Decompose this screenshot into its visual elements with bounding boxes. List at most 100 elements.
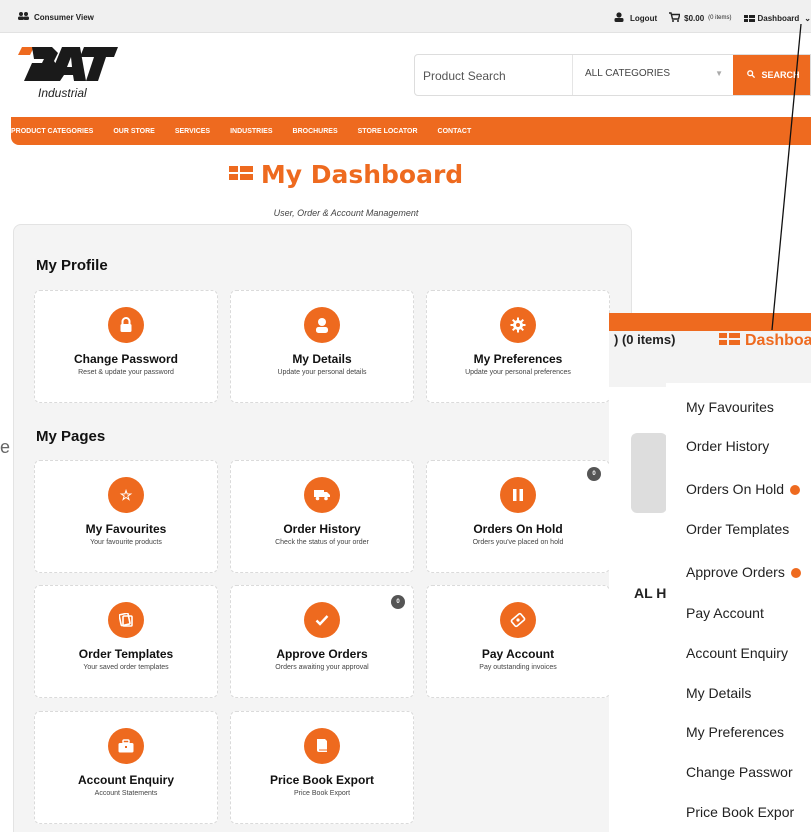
- nav-services[interactable]: SERVICES: [175, 128, 210, 135]
- card-desc: Price Book Export: [293, 790, 351, 797]
- gear-icon: [500, 307, 536, 343]
- change-password-card[interactable]: Change Password Reset & update your pass…: [34, 290, 218, 403]
- dashboard-icon: [228, 166, 253, 180]
- payment-icon: [500, 602, 536, 638]
- order-templates-card[interactable]: Order Templates Your saved order templat…: [34, 585, 218, 698]
- logo-wordmark: [18, 45, 118, 90]
- cart-items-count: (0 items): [708, 15, 732, 21]
- menu-item-price-book-export[interactable]: Price Book Expor: [686, 804, 794, 820]
- pause-icon: [500, 477, 536, 513]
- briefcase-icon: [108, 728, 144, 764]
- card-desc: Orders you've placed on hold: [472, 539, 564, 546]
- menu-item-orders-on-hold[interactable]: Orders On Hold: [686, 481, 801, 497]
- dashboard-icon: [719, 332, 740, 345]
- user-icon: [614, 12, 624, 24]
- dashboard-dropdown-menu: My Favourites Order History Orders On Ho…: [666, 383, 811, 832]
- card-desc: Account Statements: [94, 790, 158, 797]
- notification-dot: [790, 485, 801, 496]
- my-details-card[interactable]: My Details Update your personal details: [230, 290, 414, 403]
- my-preferences-card[interactable]: My Preferences Update your personal pref…: [426, 290, 610, 403]
- approve-orders-card[interactable]: Approve Orders Orders awaiting your appr…: [230, 585, 414, 698]
- on-hold-count-badge: 0: [587, 467, 601, 481]
- notification-dot: [790, 568, 801, 579]
- menu-item-approve-orders[interactable]: Approve Orders: [686, 564, 801, 580]
- search-button[interactable]: SEARCH: [733, 55, 810, 95]
- user-icon: [304, 307, 340, 343]
- card-title: Account Enquiry: [77, 773, 174, 787]
- menu-item-label: Orders On Hold: [686, 481, 785, 497]
- menu-item-my-favourites[interactable]: My Favourites: [686, 399, 774, 415]
- pay-account-card[interactable]: Pay Account Pay outstanding invoices: [426, 585, 610, 698]
- card-desc: Your saved order templates: [83, 664, 169, 671]
- users-icon: [18, 12, 29, 22]
- product-search-bar: Product Search ALL CATEGORIES ▼ SEARCH: [414, 54, 811, 96]
- card-title: Price Book Export: [269, 773, 375, 787]
- nav-industries[interactable]: INDUSTRIES: [230, 128, 272, 135]
- my-favourites-card[interactable]: ☆ My Favourites Your favourite products: [34, 460, 218, 573]
- logout-label: Logout: [630, 13, 658, 23]
- account-enquiry-card[interactable]: Account Enquiry Account Statements: [34, 711, 218, 824]
- menu-item-change-password[interactable]: Change Passwor: [686, 764, 793, 780]
- card-title: Change Password: [73, 352, 179, 366]
- consumer-view-label: Consumer View: [34, 12, 94, 22]
- page-subtitle: User, Order & Account Management: [273, 208, 419, 218]
- star-icon: ☆: [108, 477, 144, 513]
- callout-background-text: AL H: [634, 585, 667, 601]
- nav-product-categories[interactable]: PRODUCT CATEGORIES: [11, 128, 93, 135]
- order-history-card[interactable]: Order History Check the status of your o…: [230, 460, 414, 573]
- page-title: My Dashboard: [0, 160, 692, 189]
- pipes-image: [631, 433, 667, 513]
- card-desc: Your favourite products: [90, 539, 162, 546]
- card-desc: Reset & update your password: [78, 369, 174, 376]
- search-input[interactable]: Product Search: [415, 55, 573, 95]
- menu-item-order-history[interactable]: Order History: [686, 438, 769, 454]
- menu-item-order-templates[interactable]: Order Templates: [686, 521, 789, 537]
- background-text-fragment: e: [0, 437, 11, 457]
- price-book-export-card[interactable]: Price Book Export Price Book Export: [230, 711, 414, 824]
- card-desc: Check the status of your order: [275, 539, 369, 546]
- lock-icon: [108, 307, 144, 343]
- card-title: Pay Account: [481, 647, 555, 661]
- site-logo[interactable]: Industrial: [18, 45, 118, 100]
- logout-link[interactable]: Logout: [614, 12, 657, 24]
- chevron-down-icon: ⌄: [804, 13, 811, 23]
- site-header: Industrial Product Search ALL CATEGORIES…: [0, 33, 811, 117]
- cart-link[interactable]: $0.00 (0 items): [669, 12, 732, 24]
- dashboard-icon: [743, 14, 755, 22]
- approve-count-badge: 0: [391, 595, 405, 609]
- nav-store-locator[interactable]: STORE LOCATOR: [358, 128, 418, 135]
- main-nav: PRODUCT CATEGORIES OUR STORE SERVICES IN…: [11, 117, 811, 145]
- menu-item-my-details[interactable]: My Details: [686, 685, 751, 701]
- menu-item-pay-account[interactable]: Pay Account: [686, 605, 764, 621]
- callout-dashboard-label: Dashboar: [745, 332, 811, 349]
- card-title: Order Templates: [78, 647, 174, 661]
- my-pages-heading: My Pages: [36, 428, 106, 445]
- card-title: Approve Orders: [276, 647, 368, 661]
- nav-brochures[interactable]: BROCHURES: [293, 128, 338, 135]
- nav-contact[interactable]: CONTACT: [438, 128, 472, 135]
- dashboard-dropdown-callout: ) (0 items) Dashboar AL H My Favourites …: [609, 313, 811, 832]
- category-select[interactable]: ALL CATEGORIES ▼: [573, 55, 733, 95]
- cart-icon: [669, 12, 681, 24]
- menu-item-my-preferences[interactable]: My Preferences: [686, 724, 784, 740]
- truck-icon: [304, 477, 340, 513]
- menu-item-label: Approve Orders: [686, 564, 785, 580]
- callout-cart-items: ) (0 items): [614, 332, 676, 347]
- search-icon: [747, 70, 758, 80]
- callout-dashboard-toggle[interactable]: Dashboar: [719, 332, 811, 350]
- select-caret-icon: ▼: [715, 69, 723, 78]
- card-desc: Pay outstanding invoices: [479, 664, 557, 671]
- card-title: My Favourites: [85, 522, 167, 536]
- consumer-view-link[interactable]: Consumer View: [18, 12, 94, 22]
- templates-icon: [108, 602, 144, 638]
- dashboard-label: Dashboard: [757, 13, 800, 23]
- dashboard-menu-toggle[interactable]: Dashboard ⌄: [743, 13, 811, 23]
- cart-total: $0.00: [684, 13, 705, 23]
- top-utility-bar: Consumer View Logout $0.00 (0 items) Das…: [0, 0, 811, 33]
- menu-item-account-enquiry[interactable]: Account Enquiry: [686, 645, 788, 661]
- nav-our-store[interactable]: OUR STORE: [113, 128, 155, 135]
- card-desc: Update your personal preferences: [465, 369, 571, 376]
- orders-on-hold-card[interactable]: Orders On Hold Orders you've placed on h…: [426, 460, 610, 573]
- category-select-value: ALL CATEGORIES: [585, 68, 671, 79]
- card-title: My Details: [292, 352, 352, 366]
